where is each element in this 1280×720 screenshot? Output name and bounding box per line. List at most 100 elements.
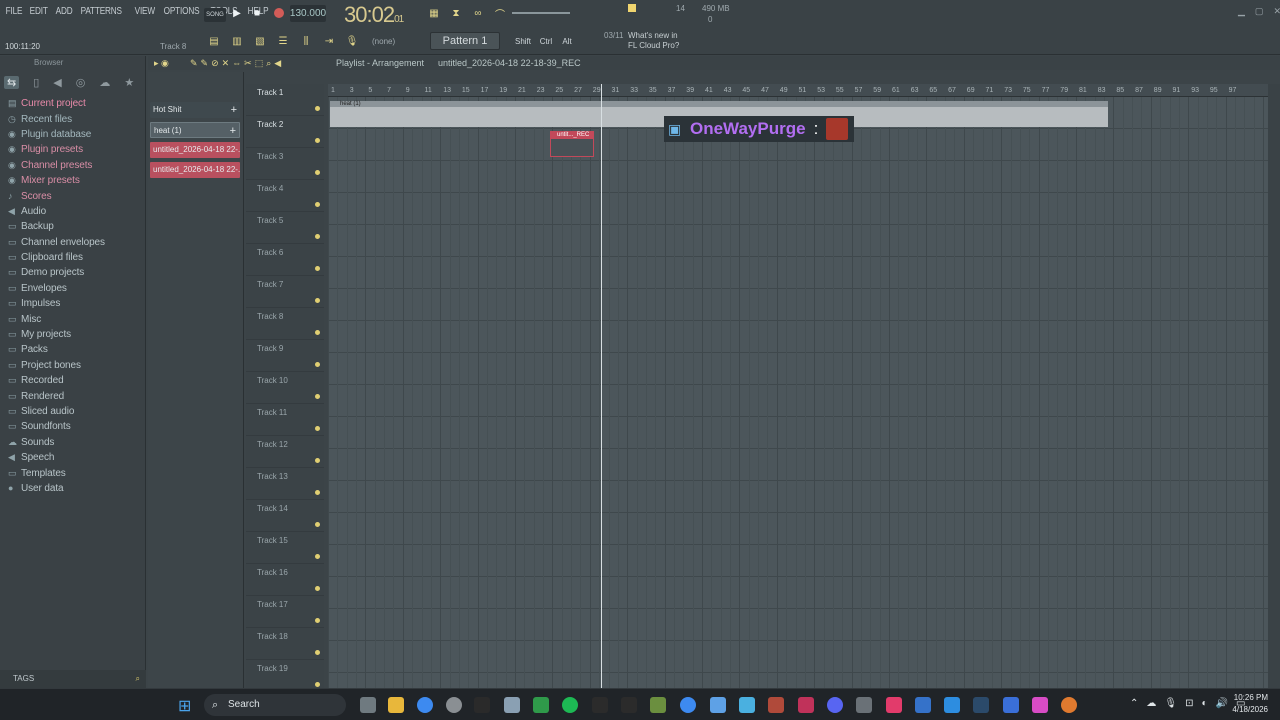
playlist-icon[interactable]: ▤ — [206, 32, 222, 50]
chrome-icon-2[interactable] — [680, 697, 696, 713]
news-text[interactable]: What's new in FL Cloud Pro? — [604, 31, 688, 51]
spotify-icon[interactable] — [562, 697, 578, 713]
browser-all-icon[interactable]: ⇆ — [4, 75, 20, 89]
metronome-icon[interactable]: ▦ — [426, 6, 442, 20]
plus-icon[interactable]: + — [230, 123, 236, 137]
track-mute-icon[interactable] — [315, 394, 320, 399]
playlist-tools-icon[interactable]: ▸ ◉ — [154, 56, 169, 70]
track-mute-icon[interactable] — [315, 490, 320, 495]
browser-item-demo-projects[interactable]: ▭ Demo projects — [8, 265, 144, 280]
browser-item-plugin-database[interactable]: ◉ Plugin database — [8, 127, 144, 142]
stop-button[interactable]: ■ — [250, 6, 264, 20]
track-header[interactable]: Track 9 — [246, 340, 324, 372]
track-mute-icon[interactable] — [315, 330, 320, 335]
start-icon[interactable]: ⊞ — [178, 696, 191, 716]
track-mute-icon[interactable] — [315, 138, 320, 143]
browser-item-user-data[interactable]: ● User data — [8, 481, 144, 496]
discord-icon[interactable] — [827, 697, 843, 713]
playlist-scrollbar[interactable] — [1268, 84, 1280, 688]
app-icon-7[interactable] — [886, 697, 902, 713]
browser-item-envelopes[interactable]: ▭ Envelopes — [8, 281, 144, 296]
capcut-icon[interactable] — [621, 697, 637, 713]
track-header[interactable]: Track 1 — [246, 84, 324, 116]
browser-item-recent-files[interactable]: ◷ Recent files — [8, 111, 144, 126]
pattern-item[interactable]: untitled_2026-04-18 22-... — [150, 142, 240, 158]
browser-item-impulses[interactable]: ▭ Impulses — [8, 296, 144, 311]
track-mute-icon[interactable] — [315, 106, 320, 111]
browser-item-misc[interactable]: ▭ Misc — [8, 311, 144, 326]
browser-item-sliced-audio[interactable]: ▭ Sliced audio — [8, 404, 144, 419]
track-mute-icon[interactable] — [315, 650, 320, 655]
track-header[interactable]: Track 10 — [246, 372, 324, 404]
browser-item-channel-presets[interactable]: ◉ Channel presets — [8, 158, 144, 173]
task-view-icon[interactable] — [360, 697, 376, 713]
settings-icon[interactable] — [504, 697, 520, 713]
track-mute-icon[interactable] — [315, 362, 320, 367]
track-mute-icon[interactable] — [315, 618, 320, 623]
browser-item-recorded[interactable]: ▭ Recorded — [8, 373, 144, 388]
track-header[interactable]: Track 7 — [246, 276, 324, 308]
browser-item-backup[interactable]: ▭ Backup — [8, 219, 144, 234]
track-header[interactable]: Track 12 — [246, 436, 324, 468]
browser-item-channel-envelopes[interactable]: ▭ Channel envelopes — [8, 235, 144, 250]
track-mute-icon[interactable] — [315, 458, 320, 463]
track-mute-icon[interactable] — [315, 298, 320, 303]
shift-button[interactable]: Shift — [514, 33, 532, 49]
channel-rack-icon[interactable]: ▧ — [252, 32, 268, 50]
playlist-edit-tools[interactable]: ✎✎⊘✕⇔✂⬚⌕◀ — [190, 56, 284, 70]
audio-clip-rec[interactable]: untit..._REC — [550, 131, 594, 157]
track-header[interactable]: Track 6 — [246, 244, 324, 276]
app-icon-10[interactable] — [1003, 697, 1019, 713]
track-header[interactable]: Track 2 — [246, 116, 324, 148]
mixer-faders-icon[interactable]: ⫼ — [298, 32, 314, 50]
browser-cloud-icon[interactable]: ☁ — [99, 76, 110, 89]
track-mute-icon[interactable] — [315, 266, 320, 271]
track-mute-icon[interactable] — [315, 554, 320, 559]
tags-search-icon[interactable]: ⌕ — [136, 670, 140, 688]
browser-item-packs[interactable]: ▭ Packs — [8, 342, 144, 357]
fl-icon[interactable] — [474, 697, 490, 713]
record-button[interactable] — [272, 6, 286, 20]
tags-bar[interactable]: TAGS ⌕ — [0, 670, 146, 688]
track-header[interactable]: Track 5 — [246, 212, 324, 244]
menu-add[interactable]: ADD — [54, 6, 74, 17]
browser-files-icon[interactable]: ▯ — [33, 76, 39, 89]
track-header[interactable]: Track 4 — [246, 180, 324, 212]
browser-item-audio[interactable]: ◀ Audio — [8, 204, 144, 219]
app-icon-1[interactable] — [446, 697, 462, 713]
snap-selector[interactable]: (none) — [372, 37, 395, 46]
epic-icon[interactable] — [592, 697, 608, 713]
song-mode-button[interactable]: SONG — [204, 8, 226, 22]
track-mute-icon[interactable] — [315, 682, 320, 687]
file-explorer-icon[interactable] — [388, 697, 404, 713]
app-icon-5[interactable] — [798, 697, 814, 713]
track-mute-icon[interactable] — [315, 426, 320, 431]
app-icon-3[interactable] — [739, 697, 755, 713]
browser-item-current-project[interactable]: ▤ Current project — [8, 96, 144, 111]
playhead[interactable] — [601, 84, 602, 688]
app-icon-2[interactable] — [710, 697, 726, 713]
steam-icon[interactable] — [973, 697, 989, 713]
app-icon-9[interactable] — [944, 697, 960, 713]
alt-button[interactable]: Alt — [560, 33, 574, 49]
taskbar-search[interactable]: ⌕ Search — [204, 694, 346, 716]
pattern-item[interactable]: Hot Shit + — [150, 102, 240, 118]
tempo-display[interactable]: 130.000 — [290, 5, 326, 22]
taskbar-clock[interactable]: 10:26 PM 4/18/2026 — [1232, 692, 1268, 716]
browser-item-project-bones[interactable]: ▭ Project bones — [8, 358, 144, 373]
menu-file[interactable]: FILE — [4, 6, 24, 17]
browser-item-speech[interactable]: ◀ Speech — [8, 450, 144, 465]
track-header[interactable]: Track 14 — [246, 500, 324, 532]
piano-roll-icon[interactable]: ▥ — [229, 32, 245, 50]
browser-plugin-icon[interactable]: ◎ — [76, 76, 86, 89]
track-header[interactable]: Track 11 — [246, 404, 324, 436]
track-mute-icon[interactable] — [315, 170, 320, 175]
playlist-grid[interactable]: heat (1) untit..._REC — [328, 97, 1268, 688]
browser-item-scores[interactable]: ♪ Scores — [8, 188, 144, 203]
ctrl-button[interactable]: Ctrl — [538, 33, 554, 49]
browser-item-mixer-presets[interactable]: ◉ Mixer presets — [8, 173, 144, 188]
track-header[interactable]: Track 8 — [246, 308, 324, 340]
browser-item-rendered[interactable]: ▭ Rendered — [8, 388, 144, 403]
wait-icon[interactable]: ⧗ — [448, 6, 464, 20]
track-header[interactable]: Track 13 — [246, 468, 324, 500]
